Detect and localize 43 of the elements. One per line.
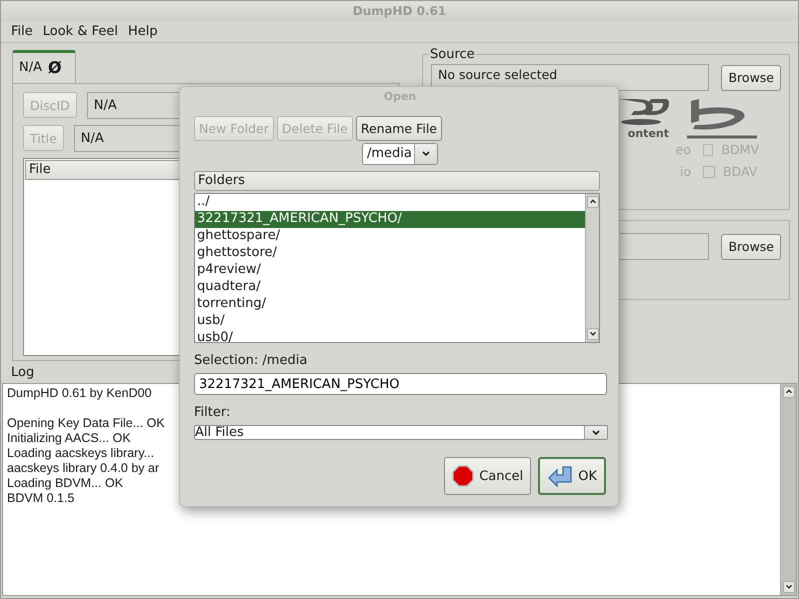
scrollbar[interactable] [585, 194, 599, 342]
scrollbar[interactable] [780, 384, 796, 595]
selection-field[interactable]: 32217321_AMERICAN_PSYCHO [194, 373, 607, 395]
log-line: DumpHD 0.61 by KenD00 [7, 386, 152, 401]
filter-dropdown[interactable]: All Files [194, 425, 608, 440]
folder-item[interactable]: p4review/ [195, 262, 585, 279]
log-line: BDVM 0.1.5 [7, 491, 74, 506]
menu-item[interactable]: File [11, 24, 33, 39]
browse-button[interactable]: Browse [721, 64, 781, 90]
ok-button[interactable]: OK [538, 457, 606, 495]
menu-item[interactable]: Help [128, 24, 158, 39]
dvd-logo-icon [619, 97, 669, 127]
cancel-button[interactable]: Cancel [444, 457, 532, 495]
scroll-up-icon [782, 386, 794, 398]
folder-item[interactable]: ghettostore/ [195, 245, 585, 262]
log-line: Loading BDVM... OK [7, 476, 124, 491]
stop-icon [452, 465, 474, 487]
log-line: aacskeys library 0.4.0 by ar [7, 461, 160, 476]
folder-item[interactable]: torrenting/ [195, 296, 585, 313]
folder-item[interactable]: usb/ [195, 313, 585, 330]
scroll-up-icon [586, 196, 598, 208]
path-dropdown[interactable]: /media [362, 143, 438, 165]
folder-item[interactable]: ../ [195, 194, 585, 211]
scroll-down-icon [782, 581, 794, 593]
window-title: DumpHD 0.61 [1, 1, 798, 21]
folder-item[interactable]: 32217321_AMERICAN_PSYCHO/ [195, 211, 585, 228]
logo-caption: ontent [628, 127, 669, 140]
log-line: Loading aacskeys library... [7, 446, 154, 461]
field-label: Selection: /media [194, 353, 308, 369]
folder-item[interactable]: usb0/ [195, 330, 585, 347]
log-line: Opening Key Data File... OK [7, 416, 165, 431]
disc-tab[interactable]: N/A Ø [12, 50, 76, 83]
menu-item[interactable]: Look & Feel [42, 24, 118, 39]
log-line: Initializing AACS... OK [7, 431, 131, 446]
folder-item[interactable]: ghettospare/ [195, 228, 585, 245]
log-title: Log [10, 364, 36, 382]
enter-arrow-icon [547, 465, 574, 487]
column-header[interactable]: Folders [194, 171, 600, 191]
toolbar-button[interactable]: Rename File [356, 116, 442, 141]
field-label: Filter: [194, 405, 232, 421]
browse-button[interactable]: Browse [721, 234, 781, 260]
scroll-down-icon [586, 328, 598, 340]
folder-item[interactable]: quadtera/ [195, 279, 585, 296]
